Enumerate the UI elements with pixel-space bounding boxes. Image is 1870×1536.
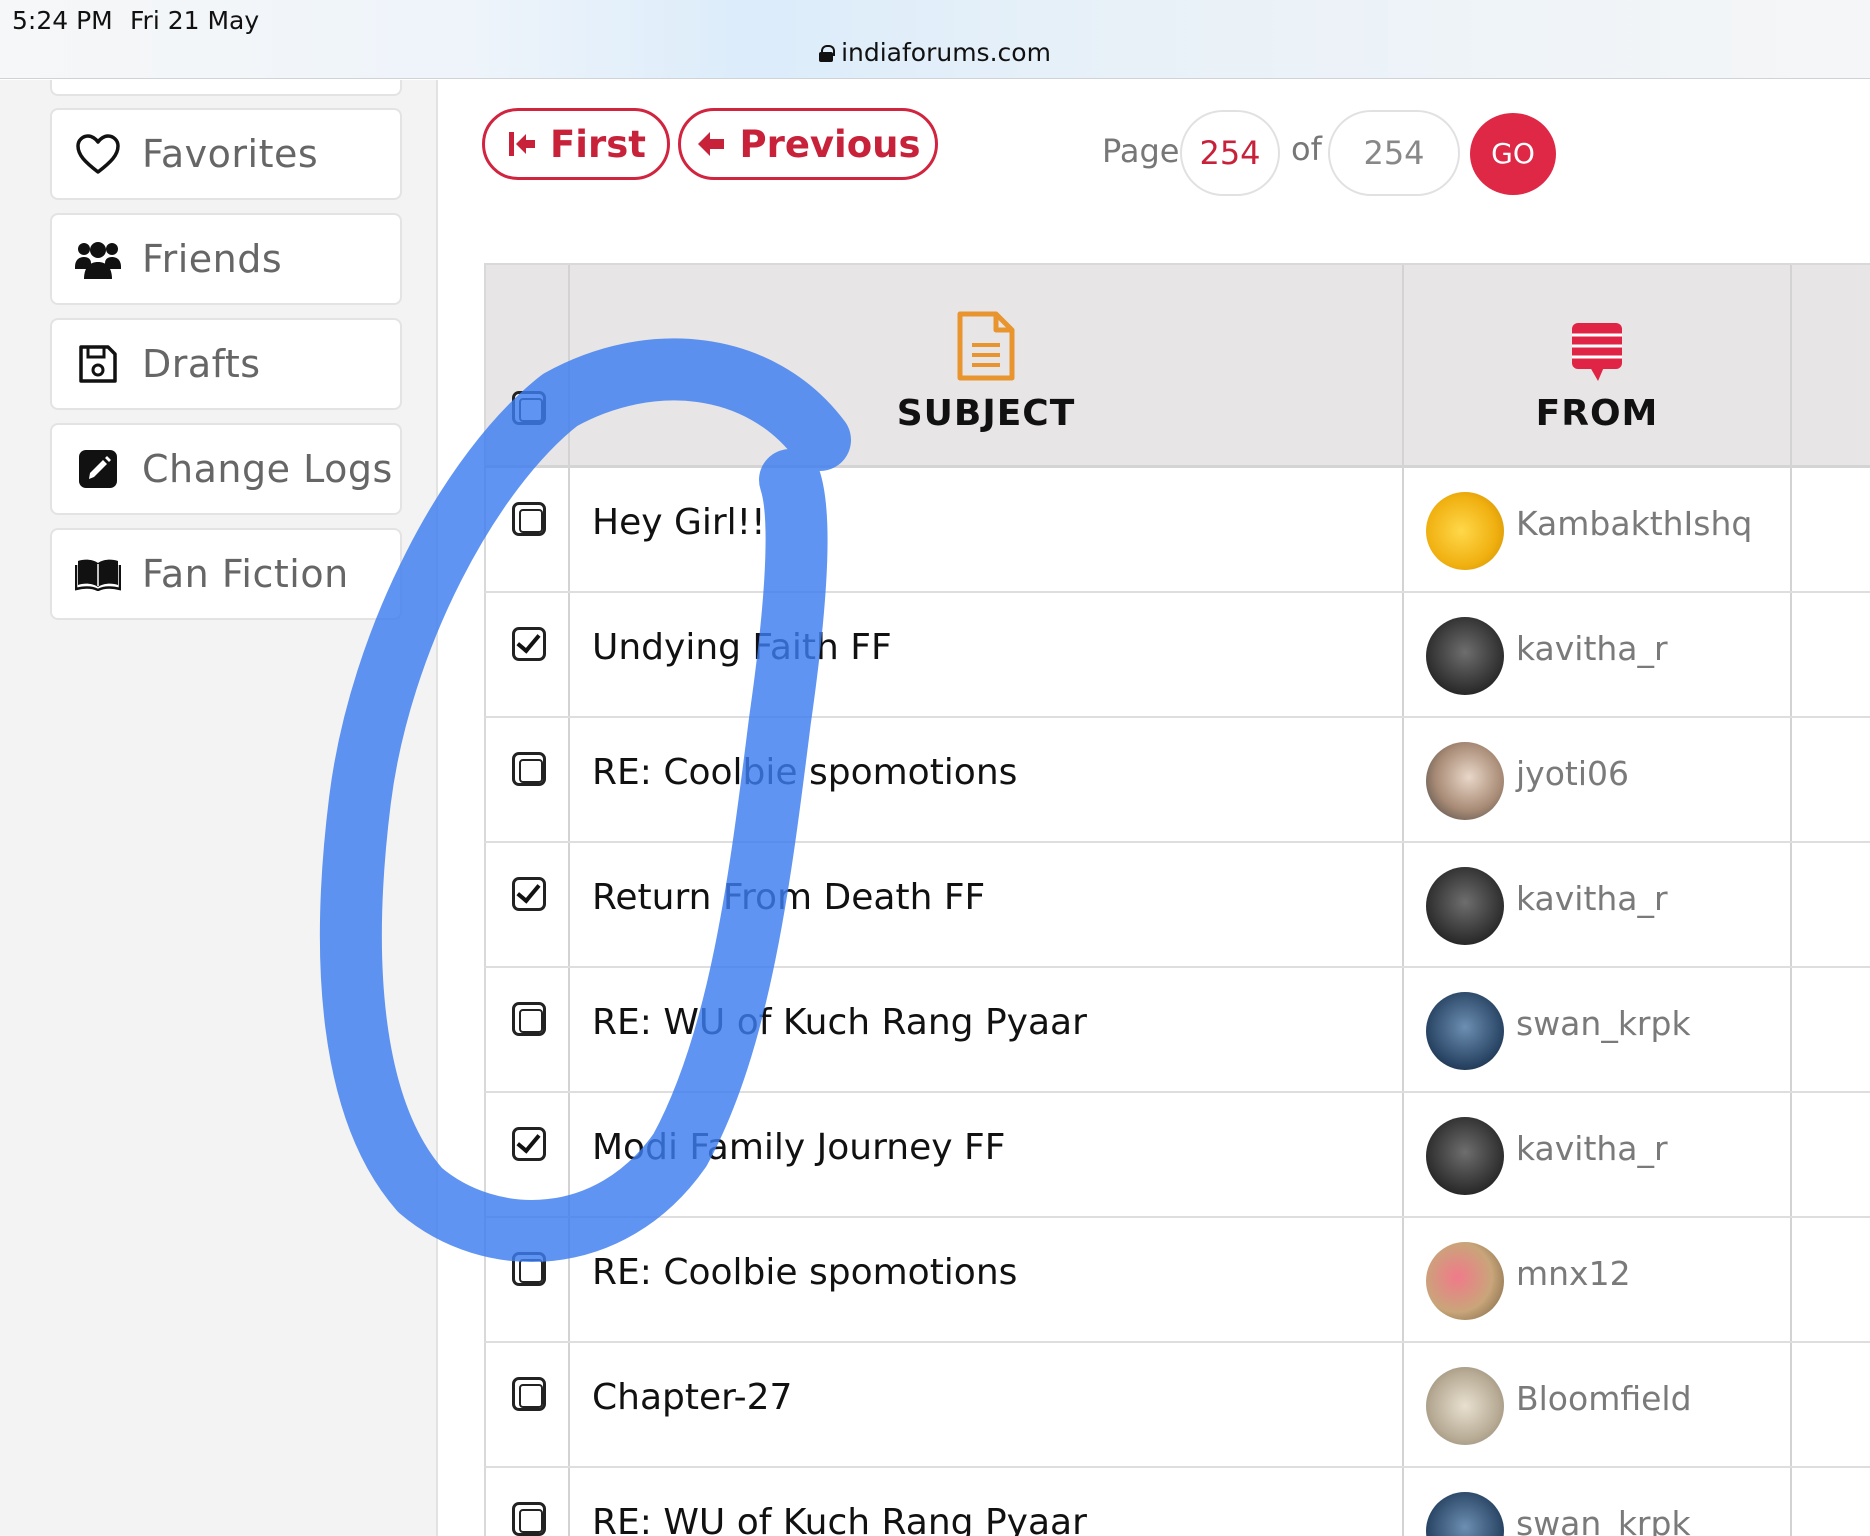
users-icon bbox=[74, 235, 122, 283]
sender-name[interactable]: jyoti06 bbox=[1516, 754, 1629, 793]
sidebar-item-friends[interactable]: Friends bbox=[50, 213, 402, 305]
previous-page-button[interactable]: Previous bbox=[678, 108, 938, 180]
sidebar-item-label: Favorites bbox=[142, 132, 319, 176]
message-subject[interactable]: RE: Coolbie spomotions bbox=[592, 752, 1017, 793]
avatar[interactable] bbox=[1426, 867, 1504, 945]
floppy-disk-icon bbox=[74, 340, 122, 388]
status-date: Fri 21 May bbox=[130, 6, 260, 35]
sidebar-item-change-logs[interactable]: Change Logs bbox=[50, 423, 402, 515]
avatar[interactable] bbox=[1426, 1242, 1504, 1320]
table-row[interactable]: RE: WU of Kuch Rang Pyaar swan_krpk bbox=[484, 1468, 1870, 1536]
table-header: SUBJECT FROM bbox=[484, 263, 1870, 468]
message-list: Hey Girl!! KambakthIshq Undying Faith FF ka… bbox=[484, 468, 1870, 1536]
table-row[interactable]: Chapter-27 Bloomfield bbox=[484, 1343, 1870, 1468]
sidebar-item-label: Friends bbox=[142, 237, 283, 281]
message-subject[interactable]: Return From Death FF bbox=[592, 877, 985, 918]
avatar[interactable] bbox=[1426, 1117, 1504, 1195]
of-label: of bbox=[1291, 130, 1322, 168]
row-checkbox[interactable] bbox=[512, 627, 546, 661]
sidebar-item-label: Change Logs bbox=[142, 447, 393, 491]
edit-icon bbox=[74, 445, 122, 493]
row-checkbox[interactable] bbox=[512, 1127, 546, 1161]
message-subject[interactable]: Hey Girl!! bbox=[592, 502, 766, 543]
sidebar-item-label: Drafts bbox=[142, 342, 261, 386]
column-from[interactable]: FROM bbox=[1404, 265, 1790, 465]
message-subject[interactable]: Modi Family Journey FF bbox=[592, 1127, 1005, 1168]
avatar[interactable] bbox=[1426, 1492, 1504, 1536]
total-pages-display: 254 bbox=[1328, 110, 1460, 196]
avatar[interactable] bbox=[1426, 492, 1504, 570]
message-subject[interactable]: RE: Coolbie spomotions bbox=[592, 1252, 1017, 1293]
from-header: FROM bbox=[1535, 393, 1659, 434]
select-all-checkbox[interactable] bbox=[512, 391, 546, 425]
sidebar: Favorites Friends Drafts Change Logs Fan… bbox=[0, 80, 438, 1536]
messages-table: SUBJECT FROM Hey Girl!! KambakthIshq Undyi… bbox=[484, 263, 1870, 1536]
url-text: indiaforums.com bbox=[841, 38, 1051, 67]
browser-status-bar: 5:24 PM Fri 21 May indiaforums.com bbox=[0, 0, 1870, 79]
table-row[interactable]: Modi Family Journey FF kavitha_r bbox=[484, 1093, 1870, 1218]
row-checkbox[interactable] bbox=[512, 1002, 546, 1036]
previous-page-label: Previous bbox=[739, 122, 921, 166]
message-subject[interactable]: Undying Faith FF bbox=[592, 627, 892, 668]
sender-name[interactable]: swan_krpk bbox=[1516, 1504, 1691, 1536]
sender-name[interactable]: kavitha_r bbox=[1516, 879, 1668, 918]
message-icon bbox=[1572, 323, 1622, 381]
sender-name[interactable]: swan_krpk bbox=[1516, 1004, 1691, 1043]
message-subject[interactable]: RE: WU of Kuch Rang Pyaar bbox=[592, 1002, 1087, 1043]
arrow-left-icon bbox=[698, 132, 725, 156]
sidebar-item-label: Fan Fiction bbox=[142, 552, 349, 596]
first-page-label: First bbox=[550, 122, 646, 166]
page-number-input[interactable]: 254 bbox=[1180, 110, 1280, 196]
avatar[interactable] bbox=[1426, 742, 1504, 820]
table-row[interactable]: RE: Coolbie spomotions jyoti06 bbox=[484, 718, 1870, 843]
heart-icon bbox=[74, 130, 122, 178]
sidebar-item-fan-fiction[interactable]: Fan Fiction bbox=[50, 528, 402, 620]
row-checkbox[interactable] bbox=[512, 1252, 546, 1286]
message-subject[interactable]: RE: WU of Kuch Rang Pyaar bbox=[592, 1502, 1087, 1536]
table-row[interactable]: RE: Coolbie spomotions mnx12 bbox=[484, 1218, 1870, 1343]
sender-name[interactable]: kavitha_r bbox=[1516, 1129, 1668, 1168]
address-bar[interactable]: indiaforums.com bbox=[0, 38, 1870, 67]
table-row[interactable]: Hey Girl!! KambakthIshq bbox=[484, 468, 1870, 593]
sender-name[interactable]: KambakthIshq bbox=[1516, 504, 1752, 543]
sender-name[interactable]: Bloomfield bbox=[1516, 1379, 1692, 1418]
sender-name[interactable]: kavitha_r bbox=[1516, 629, 1668, 668]
sidebar-item-partial[interactable] bbox=[50, 80, 402, 96]
avatar[interactable] bbox=[1426, 617, 1504, 695]
row-checkbox[interactable] bbox=[512, 1502, 546, 1536]
subject-header: SUBJECT bbox=[896, 393, 1076, 434]
message-subject[interactable]: Chapter-27 bbox=[592, 1377, 792, 1418]
row-checkbox[interactable] bbox=[512, 877, 546, 911]
avatar[interactable] bbox=[1426, 992, 1504, 1070]
status-time: 5:24 PM bbox=[12, 6, 113, 35]
sidebar-item-favorites[interactable]: Favorites bbox=[50, 108, 402, 200]
table-row[interactable]: Return From Death FF kavitha_r bbox=[484, 843, 1870, 968]
page-label: Page bbox=[1102, 132, 1180, 170]
sidebar-item-drafts[interactable]: Drafts bbox=[50, 318, 402, 410]
row-checkbox[interactable] bbox=[512, 502, 546, 536]
lock-icon bbox=[819, 45, 836, 62]
table-row[interactable]: Undying Faith FF kavitha_r bbox=[484, 593, 1870, 718]
table-row[interactable]: RE: WU of Kuch Rang Pyaar swan_krpk bbox=[484, 968, 1870, 1093]
inbox-main: First Previous Page 254 of 254 GO SUBJEC… bbox=[440, 80, 1870, 1536]
row-checkbox[interactable] bbox=[512, 1377, 546, 1411]
open-book-icon bbox=[74, 550, 122, 598]
first-page-button[interactable]: First bbox=[482, 108, 670, 180]
column-subject[interactable]: SUBJECT bbox=[570, 265, 1402, 465]
sender-name[interactable]: mnx12 bbox=[1516, 1254, 1631, 1293]
document-icon bbox=[957, 311, 1015, 381]
go-button[interactable]: GO bbox=[1470, 113, 1556, 195]
first-page-icon bbox=[509, 132, 536, 156]
avatar[interactable] bbox=[1426, 1367, 1504, 1445]
row-checkbox[interactable] bbox=[512, 752, 546, 786]
